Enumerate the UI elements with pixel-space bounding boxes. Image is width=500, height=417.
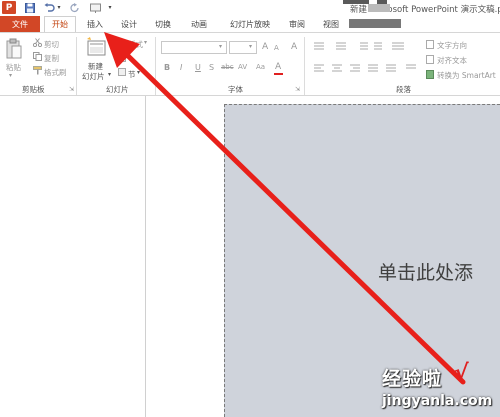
shrink-font-icon[interactable]: A [274,44,279,52]
grow-font-icon[interactable]: A [262,42,268,52]
ribbon-tabs: 文件 开始 插入 设计 切换 动画 幻灯片放映 审阅 视图 [0,16,500,32]
save-icon[interactable] [25,2,35,13]
copy-icon[interactable] [33,52,42,61]
layout-icon[interactable] [118,40,126,48]
title-blur [368,4,390,12]
text-direction-icon[interactable] [426,40,434,49]
text-direction-label[interactable]: 文字方向 [437,40,467,51]
slides-group-label: 幻灯片 [106,85,129,94]
char-spacing-button[interactable]: AV [238,63,247,71]
tab-home[interactable]: 开始 [44,16,76,32]
align-text-label[interactable]: 对齐文本 [437,55,467,66]
slide-title-placeholder[interactable]: 单击此处添 [378,258,473,285]
undo-dropdown-icon[interactable]: ▾ [56,2,62,13]
slide-thumbnail-pane[interactable] [0,96,145,417]
underline-button[interactable]: U [195,63,201,72]
clipboard-launcher-icon[interactable]: ⇲ [69,86,74,93]
clear-format-icon[interactable]: A [291,42,297,52]
strikethrough-button[interactable]: abc [221,63,234,71]
shadow-button[interactable]: S [209,63,214,72]
clipboard-group-label: 剪贴板 [22,85,45,94]
paste-dropdown-icon[interactable]: ▾ [9,72,12,79]
convert-smartart-label[interactable]: 转换为 SmartArt [437,70,496,81]
watermark-text: 经验啦 [382,368,443,390]
section-dropdown-icon[interactable]: ▾ [137,69,140,76]
reset-icon[interactable] [118,54,126,62]
new-slide-label-2[interactable]: 幻灯片 [82,71,105,82]
smartart-icon[interactable] [426,70,434,79]
watermark-check-icon: √ [454,361,469,386]
font-launcher-icon[interactable]: ⇲ [295,86,300,93]
font-size-box[interactable] [229,41,257,54]
paste-icon[interactable] [6,38,22,60]
account-blur [349,19,401,28]
undo-icon[interactable] [43,2,55,13]
change-case-button[interactable]: Aa [256,63,265,71]
font-group-label: 字体 [228,85,243,94]
new-slide-icon[interactable] [85,37,107,59]
ribbon: 粘贴 ▾ 剪切 复制 格式刷 剪贴板 ⇲ 新建 幻灯片 ▾ 版式 ▾ 节 ▾ 幻… [0,32,500,96]
tab-transitions[interactable]: 切换 [148,16,178,32]
font-size-dropdown-icon[interactable]: ▾ [249,43,252,50]
tab-file[interactable]: 文件 [0,16,40,32]
group-separator [155,37,156,95]
watermark-url: jingyanla.com [382,393,493,409]
tab-insert[interactable]: 插入 [80,16,110,32]
format-painter-label[interactable]: 格式刷 [44,67,67,78]
bold-button[interactable]: B [164,63,170,72]
title-bar: P ▾ ▾ 新建 Microsoft PowerPoint 演示文稿.pp [0,0,500,16]
font-name-box[interactable] [161,41,227,54]
list-buttons[interactable] [312,41,422,51]
tab-animations[interactable]: 动画 [183,16,215,32]
cut-icon[interactable] [32,38,43,48]
section-label[interactable]: 节 [128,69,136,80]
tab-slideshow[interactable]: 幻灯片放映 [221,16,279,32]
powerpoint-logo-icon: P [2,1,16,14]
new-slide-dropdown-icon[interactable]: ▾ [108,71,111,78]
redo-icon[interactable] [70,2,80,13]
font-color-button[interactable]: A [275,62,281,72]
paragraph-group-label: 段落 [396,85,411,94]
tab-view[interactable]: 视图 [318,16,344,32]
tab-review[interactable]: 审阅 [284,16,310,32]
align-text-icon[interactable] [426,55,434,64]
copy-label[interactable]: 复制 [44,53,59,64]
section-icon[interactable] [118,68,126,76]
layout-label[interactable]: 版式 [128,39,143,50]
italic-button[interactable]: I [180,63,182,72]
cut-label[interactable]: 剪切 [44,39,59,50]
customize-qat-icon[interactable]: ▾ [106,2,114,13]
start-from-beginning-icon[interactable] [89,2,101,13]
group-separator [304,37,305,95]
group-separator [76,37,77,95]
format-painter-icon[interactable] [33,66,42,75]
alignment-buttons[interactable] [312,63,422,73]
tab-design[interactable]: 设计 [114,16,144,32]
font-name-dropdown-icon[interactable]: ▾ [219,43,222,50]
layout-dropdown-icon[interactable]: ▾ [144,39,147,46]
font-color-swatch [274,73,283,75]
